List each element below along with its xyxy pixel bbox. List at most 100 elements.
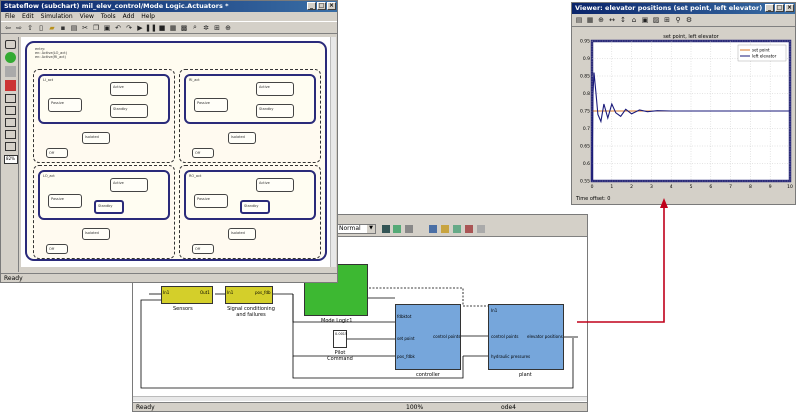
scope-icon[interactable] — [441, 225, 449, 233]
build-icon[interactable] — [405, 225, 413, 233]
build-icon[interactable]: ▦ — [169, 24, 177, 32]
region-lo-act[interactable]: LO_act Passive Active Standby Isolated O… — [33, 165, 175, 259]
menu-view[interactable]: View — [80, 13, 94, 20]
substate-off-ri[interactable]: Off — [192, 148, 214, 158]
close-button[interactable]: × — [785, 4, 794, 12]
cut-icon[interactable]: ✂ — [81, 24, 89, 32]
substate-standby-li[interactable]: Standby — [110, 104, 148, 118]
minimize-button[interactable]: _ — [765, 4, 774, 12]
profile-icon[interactable] — [465, 225, 473, 233]
back-icon[interactable]: ⇦ — [4, 24, 12, 32]
menu-add[interactable]: Add — [123, 13, 135, 20]
menu-edit[interactable]: Edit — [22, 13, 34, 20]
find-icon[interactable]: ⌕ — [191, 23, 199, 32]
simulink-function-icon[interactable] — [5, 142, 16, 151]
default-transition-icon[interactable] — [5, 66, 16, 77]
stateflow-canvas[interactable]: entry: en: Active(LO_act) en: Active(RI_… — [21, 37, 331, 267]
restore-axes-icon[interactable]: ▨ — [652, 16, 660, 24]
new-icon[interactable]: ▯ — [37, 24, 45, 32]
region-ri-act[interactable]: RI_act Passive Active Standby Isolated O… — [179, 69, 321, 163]
function-icon[interactable] — [5, 106, 16, 115]
debug-icon[interactable] — [393, 225, 401, 233]
substate-isolated-ri[interactable]: Isolated — [228, 132, 256, 144]
substate-standby-ro[interactable]: Standby — [240, 200, 270, 214]
connective-junction-icon[interactable] — [5, 80, 16, 91]
state-ri-act[interactable]: RI_act Passive Active Standby — [184, 74, 316, 124]
simulation-mode-select[interactable]: Normal ▼ — [336, 224, 376, 234]
zoom-x-icon[interactable]: ↔ — [608, 16, 616, 24]
substate-passive-ri[interactable]: Passive — [194, 98, 228, 112]
target-icon[interactable]: ⊕ — [224, 24, 232, 32]
actuators-superstate[interactable]: entry: en: Active(LO_act) en: Active(RI_… — [25, 41, 327, 261]
state-lo-act[interactable]: LO_act Passive Active Standby — [38, 170, 170, 220]
forward-icon[interactable]: ⇨ — [15, 24, 23, 32]
substate-active-ro[interactable]: Active — [256, 178, 294, 192]
paste-icon[interactable]: ▣ — [103, 24, 111, 32]
zoom-in-icon[interactable]: ⊕ — [597, 16, 605, 24]
substate-off-ro[interactable]: Off — [192, 244, 214, 254]
zoom-icon[interactable] — [477, 225, 485, 233]
menu-file[interactable]: File — [5, 13, 15, 20]
state-ro-act[interactable]: RO_act Passive Active Standby — [184, 170, 316, 220]
substate-off-lo[interactable]: Off — [46, 244, 68, 254]
explorer-icon[interactable]: ▩ — [180, 24, 188, 32]
menu-simulation[interactable]: Simulation — [41, 13, 73, 20]
minimize-button[interactable]: _ — [307, 2, 316, 10]
substate-isolated-ro[interactable]: Isolated — [228, 228, 256, 240]
parent-icon[interactable]: ⊞ — [213, 24, 221, 32]
debug-icon[interactable]: ✲ — [202, 24, 210, 32]
float-icon[interactable]: ⊞ — [663, 16, 671, 24]
lock-axes-icon[interactable]: ⚲ — [674, 16, 682, 24]
signal-selection-icon[interactable]: ⚙ — [685, 16, 693, 24]
explorer-icon[interactable] — [429, 225, 437, 233]
open-icon[interactable]: ▰ — [48, 24, 56, 32]
model-advisor-icon[interactable] — [453, 225, 461, 233]
zoom-y-icon[interactable]: ↕ — [619, 16, 627, 24]
play-icon[interactable]: ▶ — [136, 24, 144, 32]
stateflow-vscrollbar[interactable] — [330, 37, 336, 267]
substate-active-ri[interactable]: Active — [256, 82, 294, 96]
copy-icon[interactable]: ❐ — [92, 24, 100, 32]
menu-help[interactable]: Help — [141, 13, 155, 20]
print-icon[interactable]: ▤ — [70, 24, 78, 32]
state-tool-icon[interactable] — [5, 40, 16, 49]
close-button[interactable]: × — [327, 2, 336, 10]
region-li-act[interactable]: LI_act Passive Active Standby Isolated O… — [33, 69, 175, 163]
save-icon[interactable]: ▪ — [59, 24, 67, 32]
zoom-box[interactable]: 82% — [3, 155, 18, 164]
substate-passive-ro[interactable]: Passive — [194, 194, 228, 208]
sensors-block[interactable] — [161, 286, 213, 304]
maximize-button[interactable]: □ — [775, 4, 784, 12]
history-junction-icon[interactable] — [5, 52, 16, 63]
substate-passive-li[interactable]: Passive — [48, 98, 82, 112]
truth-table-icon[interactable] — [5, 94, 16, 103]
state-li-act[interactable]: LI_act Passive Active Standby — [38, 74, 170, 124]
up-icon[interactable]: ⇧ — [26, 24, 34, 32]
substate-standby-lo[interactable]: Standby — [94, 200, 124, 214]
substate-active-li[interactable]: Active — [110, 82, 148, 96]
substate-off-li[interactable]: Off — [46, 148, 68, 158]
region-ro-act[interactable]: RO_act Passive Active Standby Isolated O… — [179, 165, 321, 259]
substate-active-lo[interactable]: Active — [110, 178, 148, 192]
parameters-icon[interactable]: ▦ — [586, 16, 594, 24]
box-icon[interactable] — [5, 130, 16, 139]
stateflow-palette: 82% — [3, 37, 19, 272]
embedded-function-icon[interactable] — [5, 118, 16, 127]
substate-passive-lo[interactable]: Passive — [48, 194, 82, 208]
undo-icon[interactable]: ↶ — [114, 24, 122, 32]
redo-icon[interactable]: ↷ — [125, 24, 133, 32]
stop-icon[interactable]: ■ — [158, 24, 166, 32]
simulink-hscrollbar[interactable] — [133, 396, 587, 401]
save-axes-icon[interactable]: ▣ — [641, 16, 649, 24]
menu-tools[interactable]: Tools — [101, 13, 116, 20]
substate-isolated-li[interactable]: Isolated — [82, 132, 110, 144]
pause-icon[interactable]: ❚❚ — [145, 24, 157, 32]
print-icon[interactable]: ▤ — [575, 16, 583, 24]
substate-standby-ri[interactable]: Standby — [256, 104, 294, 118]
autoscale-icon[interactable]: ⌂ — [630, 16, 638, 24]
library-icon[interactable] — [382, 225, 390, 233]
pilot-command-block[interactable]: 0.0015 — [333, 330, 347, 348]
signal-conditioning-block[interactable] — [225, 286, 273, 304]
maximize-button[interactable]: □ — [317, 2, 326, 10]
substate-isolated-lo[interactable]: Isolated — [82, 228, 110, 240]
